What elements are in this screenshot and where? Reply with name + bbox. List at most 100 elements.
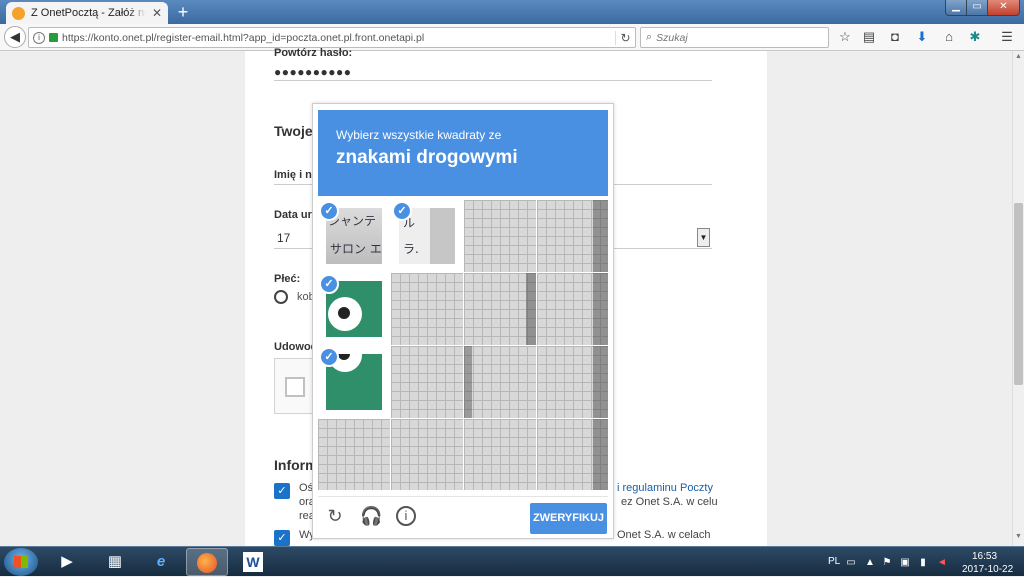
menu-icon[interactable]: ☰: [998, 28, 1016, 46]
selected-check-icon: ✓: [392, 201, 412, 221]
image-tile-r1c3[interactable]: [464, 200, 536, 272]
challenge-header: Wybierz wszystkie kwadraty ze znakami dr…: [318, 110, 608, 196]
selected-check-icon: ✓: [319, 201, 339, 221]
image-tile-r1c1[interactable]: シャンテ サロン エ ✓: [318, 200, 390, 272]
minimize-window-button[interactable]: ▁: [945, 0, 967, 16]
selected-check-icon: ✓: [319, 274, 339, 294]
consent-terms-text-3: ez Onet S.A. w celu: [621, 496, 718, 508]
close-window-button[interactable]: ✕: [987, 0, 1020, 16]
repeat-password-underline: [274, 80, 712, 81]
image-tile-r2c4[interactable]: [537, 273, 608, 345]
verify-button[interactable]: ZWERYFIKUJ: [530, 503, 607, 534]
birth-day-field[interactable]: 17: [277, 231, 290, 245]
image-tile-r1c4[interactable]: [537, 200, 608, 272]
image-tile-r4c3[interactable]: [464, 419, 536, 490]
volume-icon[interactable]: ◄: [936, 557, 948, 569]
image-tile-r4c4[interactable]: [537, 419, 608, 490]
network-icon[interactable]: ▮: [917, 557, 929, 569]
close-tab-icon[interactable]: ✕: [152, 6, 162, 20]
firefox-taskbar-icon[interactable]: [186, 548, 228, 576]
reading-list-icon[interactable]: ▤: [860, 28, 878, 46]
image-tile-r2c2[interactable]: [391, 273, 463, 345]
image-tile-r3c2[interactable]: [391, 346, 463, 418]
audio-challenge-icon[interactable]: 🎧: [360, 505, 382, 527]
search-icon: ⌕: [646, 31, 653, 43]
repeat-password-label: Powtórz hasło:: [274, 47, 353, 59]
selected-check-icon: ✓: [319, 347, 339, 367]
not-robot-checkbox[interactable]: [285, 377, 305, 397]
tile-shadow: [593, 419, 608, 490]
help-info-icon[interactable]: i: [396, 506, 416, 526]
start-button[interactable]: [4, 548, 38, 576]
road-sign-disc: [328, 297, 362, 331]
pocket-icon[interactable]: ◘: [886, 28, 904, 46]
not-robot-label: Udowod: [274, 341, 318, 353]
address-bar[interactable]: i https://konto.onet.pl/register-email.h…: [28, 27, 636, 48]
gender-female-radio[interactable]: [274, 290, 288, 304]
tile-shadow: [464, 346, 472, 418]
title-bar: Z OnetPocztą - Załóż nowe konto ✕ + ▁ ▭ …: [0, 0, 1024, 24]
clock-time[interactable]: 16:53: [972, 551, 997, 562]
repeat-password-field[interactable]: ●●●●●●●●●●: [274, 65, 351, 79]
consent-terms-text-1: Oś: [299, 482, 314, 494]
scrollbar-thumb[interactable]: [1014, 203, 1023, 385]
image-tile-r3c1[interactable]: ✓: [318, 346, 390, 418]
birth-year-dropdown[interactable]: ▼: [697, 228, 710, 247]
url-text[interactable]: https://konto.onet.pl/register-email.htm…: [62, 32, 611, 44]
keyboard-icon[interactable]: ▭: [845, 557, 857, 569]
image-tile-r2c1[interactable]: ✓: [318, 273, 390, 345]
reload-icon[interactable]: ↻: [615, 30, 635, 45]
home-icon[interactable]: ⌂: [940, 28, 958, 46]
page-scrollbar[interactable]: ▲ ▼: [1012, 51, 1024, 546]
clock-date[interactable]: 2017-10-22: [962, 564, 1013, 575]
windows-taskbar: ▶ ▦ e W PL ▭ ▲ ⚑ ▣ ▮ ◄ 16:53 2017-10-22: [0, 546, 1024, 576]
tile-shadow: [526, 273, 536, 345]
image-tile-r3c3[interactable]: [464, 346, 536, 418]
challenge-target: znakami drogowymi: [336, 147, 518, 168]
media-player-taskbar-icon[interactable]: ▶: [46, 548, 88, 576]
consent-terms-checkbox[interactable]: ✓: [274, 483, 290, 499]
challenge-footer: ↻ 🎧 i ZWERYFIKUJ: [318, 496, 608, 534]
internet-explorer-taskbar-icon[interactable]: e: [140, 548, 182, 576]
search-input[interactable]: [656, 31, 817, 44]
tile-shadow: [593, 200, 608, 272]
flag-icon[interactable]: ⚑: [881, 557, 893, 569]
back-button[interactable]: ◀: [4, 26, 26, 48]
file-explorer-taskbar-icon[interactable]: ▦: [94, 548, 136, 576]
bookmark-star-icon[interactable]: ☆: [836, 28, 854, 46]
consent-marketing-text-2: Onet S.A. w celach: [617, 529, 711, 541]
show-hidden-icons-icon[interactable]: ▲: [864, 557, 876, 569]
image-tile-r3c4[interactable]: [537, 346, 608, 418]
new-tab-button[interactable]: +: [174, 3, 192, 21]
personal-data-section-title: Twoje: [274, 123, 313, 139]
tile-shadow: [593, 273, 608, 345]
tile-shadow: [593, 346, 608, 418]
extension-icon[interactable]: ✱: [966, 28, 984, 46]
image-tile-r2c3[interactable]: [464, 273, 536, 345]
navigation-bar: ◀ i https://konto.onet.pl/register-email…: [0, 24, 1024, 51]
download-icon[interactable]: ⬇: [913, 28, 931, 46]
terms-link[interactable]: i regulaminu Poczty: [617, 482, 713, 494]
device-icon[interactable]: ▣: [899, 557, 911, 569]
reload-challenge-icon[interactable]: ↻: [324, 505, 346, 527]
recaptcha-challenge-dialog: Wybierz wszystkie kwadraty ze znakami dr…: [312, 103, 614, 539]
consent-marketing-checkbox[interactable]: ✓: [274, 530, 290, 546]
maximize-window-button[interactable]: ▭: [966, 0, 988, 16]
site-info-icon[interactable]: i: [33, 31, 45, 44]
search-bar[interactable]: ⌕: [640, 27, 829, 48]
recaptcha-widget: [274, 358, 314, 414]
challenge-instruction: Wybierz wszystkie kwadraty ze: [336, 128, 502, 142]
onet-favicon-icon: [12, 6, 25, 20]
image-tile-r4c1[interactable]: [318, 419, 390, 490]
language-indicator[interactable]: PL: [828, 556, 840, 567]
lock-icon: [49, 33, 58, 42]
image-tile-grid: シャンテ サロン エ ✓ ルラ. ✓ ✓ ✓: [318, 200, 608, 490]
browser-tab[interactable]: Z OnetPocztą - Załóż nowe konto ✕: [6, 2, 168, 24]
word-taskbar-icon[interactable]: W: [232, 548, 274, 576]
gender-label: Płeć:: [274, 273, 301, 285]
scroll-down-icon[interactable]: ▼: [1015, 533, 1022, 540]
image-tile-r4c2[interactable]: [391, 419, 463, 490]
scroll-up-icon[interactable]: ▲: [1015, 53, 1022, 60]
image-tile-r1c2[interactable]: ルラ. ✓: [391, 200, 463, 272]
tab-title: Z OnetPocztą - Załóż nowe konto: [31, 7, 146, 19]
